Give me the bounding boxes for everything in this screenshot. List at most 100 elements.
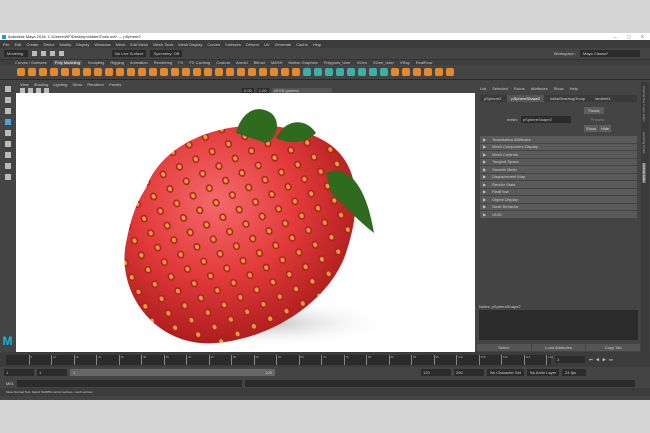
shelf-tool-icon[interactable] [303,68,311,76]
menu-select[interactable]: Select [43,42,54,47]
playback-controls[interactable]: ⏮ ◀ ▶ ⏭ [589,357,614,362]
shelf-tool-icon[interactable] [61,68,69,76]
shelf-tab[interactable]: Poly Modeling [52,60,82,65]
select-button[interactable]: Select [477,344,531,351]
shelf-tab[interactable]: RealFlow [416,60,433,65]
shelf-tool-icon[interactable] [391,68,399,76]
shelf-tab[interactable]: Bifrost [254,60,265,65]
shelf-tool-icon[interactable] [336,68,344,76]
shelf-tool-icon[interactable] [105,68,113,76]
ae-section[interactable]: ▶ Mesh Controls [480,151,637,158]
shelf-tool-icon[interactable] [402,68,410,76]
shelf-tool-icon[interactable] [325,68,333,76]
grid-icon[interactable] [28,87,33,93]
menu-curves[interactable]: Curves [207,42,220,47]
shelf-tool-icon[interactable] [215,68,223,76]
ae-menu-focus[interactable]: Focus [514,86,525,91]
symmetry-dropdown[interactable]: Symmetry: Off [150,50,182,57]
end-time-field[interactable]: 200 [454,369,484,376]
shelf-tab[interactable]: Animation [130,60,148,65]
shelf-tool-icon[interactable] [358,68,366,76]
ae-menu-selected[interactable]: Selected [492,86,508,91]
minimize-button[interactable]: — [613,34,617,39]
tab-attribute-editor[interactable]: Attribute Editor [642,163,646,184]
save-icon[interactable] [50,51,55,56]
shelf-tab[interactable]: Arnold [236,60,248,65]
viewport[interactable] [16,93,475,352]
shelf-tool-icon[interactable] [149,68,157,76]
undo-icon[interactable] [59,51,64,56]
ae-section[interactable]: ▶ Displacement Map [480,173,637,180]
shelf-tab[interactable]: Curves / Surfaces [15,60,47,65]
gamma-field[interactable]: 1.00 [256,87,269,93]
shelf-tool-icon[interactable] [237,68,245,76]
ae-section[interactable]: ▶ RealFlow [480,188,637,195]
shelf-tab[interactable]: Motion Graphics [289,60,318,65]
open-icon[interactable] [41,51,46,56]
shelf-tool-icon[interactable] [138,68,146,76]
show-button[interactable]: Show [583,125,598,132]
camera-icon[interactable] [20,87,25,93]
shelf-tool-icon[interactable] [116,68,124,76]
ae-menu-list[interactable]: List [480,86,486,91]
shelf-tool-icon[interactable] [182,68,190,76]
shelf-tab[interactable]: Rendering [154,60,172,65]
layout-two-icon[interactable] [4,174,11,180]
menu-cache[interactable]: Cache [296,42,308,47]
shelf-tool-icon[interactable] [193,68,201,76]
shelf-tool-icon[interactable] [369,68,377,76]
shelf-tab[interactable]: FX Caching [189,60,210,65]
shelf-tool-icon[interactable] [446,68,454,76]
mesh-name-field[interactable]: pSphereShape2 [520,116,571,123]
start-time-field[interactable]: 1 [4,369,34,376]
shelf-tool-icon[interactable] [94,68,102,76]
layout-single-icon[interactable] [4,152,11,158]
shelf-tool-icon[interactable] [424,68,432,76]
shelf-tool-icon[interactable] [127,68,135,76]
shelf-tool-icon[interactable] [39,68,47,76]
close-button[interactable]: ✕ [641,34,644,39]
panel-menu-renderer[interactable]: Renderer [87,82,104,87]
exposure-field[interactable]: 0.00 [242,87,254,93]
shelf-tab[interactable]: XGen [357,60,367,65]
shelf-tool-icon[interactable] [72,68,80,76]
menu-generate[interactable]: Generate [275,42,292,47]
ae-section[interactable]: ▶ Render Stats [480,181,637,188]
ae-section[interactable]: ▶ Object Display [480,196,637,203]
presets-button[interactable]: Presets [584,116,611,123]
ae-tab[interactable]: initialShadingGroup [546,95,589,102]
menu-help[interactable]: Help [313,42,321,47]
shelf-tab[interactable]: Sculpting [88,60,104,65]
shelf-tool-icon[interactable] [248,68,256,76]
playback-end-field[interactable]: 120 [421,369,451,376]
ae-tab[interactable]: pSphere2 [480,95,505,102]
rotate-tool-icon[interactable] [4,130,11,136]
shelf-tool-icon[interactable] [50,68,58,76]
ae-menu-help[interactable]: Help [570,86,578,91]
playback-start-field[interactable]: 1 [37,369,67,376]
menu-create[interactable]: Create [26,42,38,47]
colorspace-dropdown[interactable]: sRGB gamma [271,87,332,93]
layout-four-icon[interactable] [4,163,11,169]
shelf-tool-icon[interactable] [380,68,388,76]
menu-file[interactable]: File [3,42,9,47]
maximize-button[interactable]: ▢ [627,34,631,39]
shelf-tab[interactable]: Polygons_User [324,60,351,65]
lasso-tool-icon[interactable] [4,97,11,103]
menu-set-dropdown[interactable]: Modeling [4,50,28,57]
shelf-tab[interactable]: VRay [400,60,410,65]
select-tool-icon[interactable] [4,86,11,92]
panel-menu-view[interactable]: View [20,82,29,87]
menu-uv[interactable]: UV [264,42,270,47]
scale-tool-icon[interactable] [4,141,11,147]
ae-section[interactable]: ▶ Mesh Component Display [480,143,637,150]
ae-section[interactable]: ▶ Tessellation Attributes [480,136,637,143]
panel-menu-shading[interactable]: Shading [34,82,49,87]
panel-menu-lighting[interactable]: Lighting [53,82,67,87]
ae-section[interactable]: ▶ Smooth Mesh [480,166,637,173]
shelf-tab[interactable]: Custom [216,60,230,65]
shelf-tool-icon[interactable] [171,68,179,76]
shelf-tool-icon[interactable] [28,68,36,76]
tab-modeling-toolkit[interactable]: Modeling Toolkit [642,132,646,153]
ae-tab[interactable]: pSphereShape2 [507,95,545,102]
